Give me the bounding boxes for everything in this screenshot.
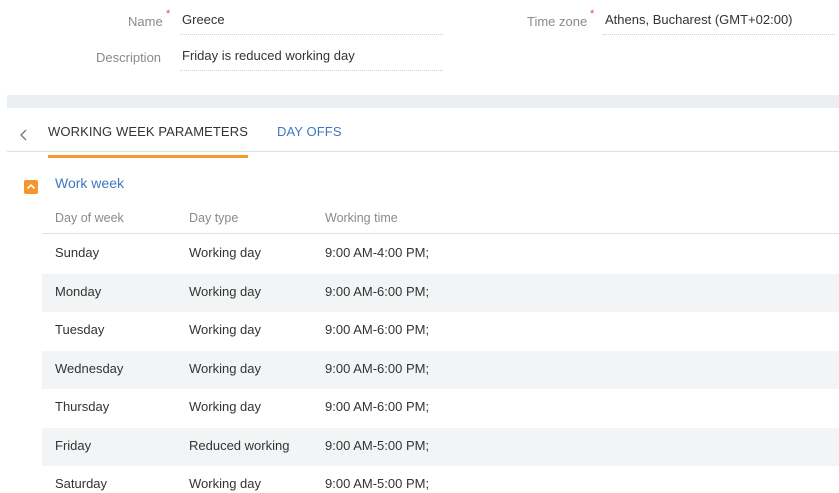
group-title-work-week[interactable]: Work week <box>55 175 124 191</box>
table-row[interactable]: Thursday Working day 9:00 AM-6:00 PM; <box>42 389 839 428</box>
table-row[interactable]: Wednesday Working day 9:00 AM-6:00 PM; <box>42 350 839 389</box>
cell-working-time: 9:00 AM-6:00 PM; <box>325 283 430 299</box>
name-input[interactable]: Greece <box>180 9 443 35</box>
cell-working-time: 9:00 AM-6:00 PM; <box>325 322 430 337</box>
description-input[interactable]: Friday is reduced working day <box>180 45 443 71</box>
description-label: Description <box>96 50 162 65</box>
column-header-working-time[interactable]: Working time <box>325 211 398 225</box>
cell-day: Friday <box>55 437 92 453</box>
table-row[interactable]: Sunday Working day 9:00 AM-4:00 PM; <box>42 235 839 274</box>
cell-day-type: Working day <box>189 360 262 376</box>
tab-bar: WORKING WEEK PARAMETERS DAY OFFS <box>7 118 839 158</box>
cell-day: Saturday <box>55 476 108 491</box>
tab-working-week-parameters[interactable]: WORKING WEEK PARAMETERS <box>48 124 248 158</box>
cell-day-type: Reduced working <box>189 437 290 453</box>
timezone-required-mark: * <box>590 8 595 20</box>
cell-working-time: 9:00 AM-6:00 PM; <box>325 360 430 376</box>
cell-day-type: Working day <box>189 283 262 299</box>
cell-day-type: Working day <box>189 245 262 260</box>
timezone-lookup[interactable]: Athens, Bucharest (GMT+02:00) <box>603 9 835 35</box>
cell-day-type: Working day <box>189 322 262 337</box>
column-header-day-type[interactable]: Day type <box>189 211 238 225</box>
table-row[interactable]: Monday Working day 9:00 AM-6:00 PM; <box>42 273 839 312</box>
timezone-label: Time zone <box>527 14 588 29</box>
cell-day-type: Working day <box>189 399 262 414</box>
chevron-up-icon[interactable] <box>24 180 38 194</box>
grid-header: Day of week Day type Working time <box>42 206 839 234</box>
cell-working-time: 9:00 AM-4:00 PM; <box>325 245 430 260</box>
grid-body: Sunday Working day 9:00 AM-4:00 PM; Mond… <box>42 235 839 493</box>
cell-day-type: Working day <box>189 476 262 491</box>
table-row[interactable]: Tuesday Working day 9:00 AM-6:00 PM; <box>42 312 839 351</box>
cell-day: Wednesday <box>55 360 124 376</box>
cell-day: Tuesday <box>55 322 105 337</box>
table-row[interactable]: Saturday Working day 9:00 AM-5:00 PM; <box>42 466 839 493</box>
name-label: Name <box>128 14 163 29</box>
cell-working-time: 9:00 AM-5:00 PM; <box>325 437 430 453</box>
cell-day: Thursday <box>55 399 110 414</box>
cell-working-time: 9:00 AM-6:00 PM; <box>325 399 430 414</box>
cell-working-time: 9:00 AM-5:00 PM; <box>325 476 430 491</box>
name-required-mark: * <box>166 8 171 20</box>
cell-day: Monday <box>55 283 102 299</box>
table-row[interactable]: Friday Reduced working 9:00 AM-5:00 PM; <box>42 427 839 466</box>
cell-day: Sunday <box>55 245 100 260</box>
section-separator <box>7 95 839 108</box>
column-header-day-of-week[interactable]: Day of week <box>55 211 124 225</box>
tab-day-offs[interactable]: DAY OFFS <box>277 124 342 139</box>
chevron-left-icon[interactable] <box>17 126 31 144</box>
